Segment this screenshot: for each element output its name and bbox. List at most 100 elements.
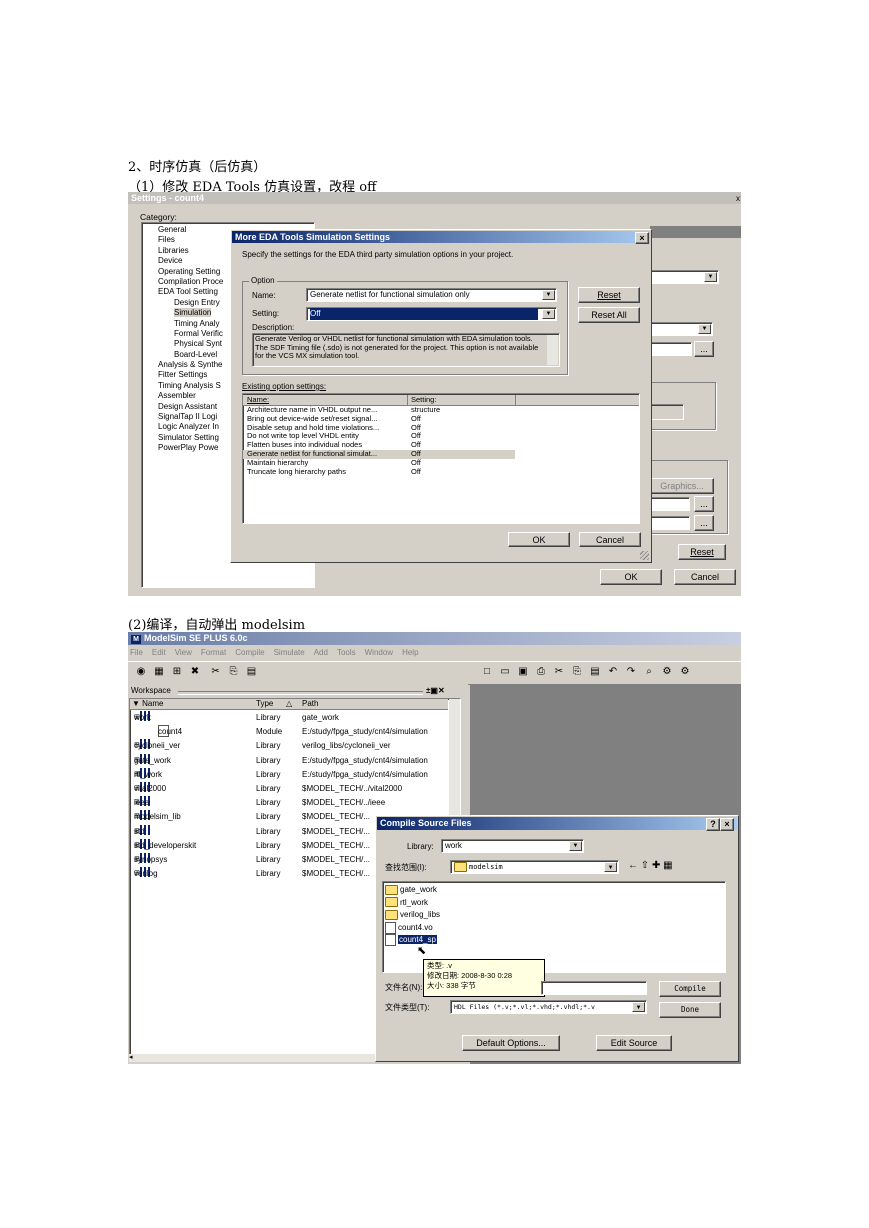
tree-item[interactable]: Design Assistant	[144, 402, 223, 412]
tree-item[interactable]: Design Entry	[144, 298, 223, 308]
settings-path-field[interactable]	[650, 342, 692, 356]
col-name-header[interactable]: ▼ Name	[132, 699, 163, 709]
view-menu-icon[interactable]: ▦	[663, 860, 672, 871]
reset-all-button[interactable]: Reset All	[578, 307, 640, 323]
settings-combo-1[interactable]: ▼	[650, 270, 719, 284]
browse-button[interactable]: ...	[694, 341, 714, 357]
done-button[interactable]: Done	[659, 1002, 721, 1018]
menu-compile[interactable]: Compile	[235, 648, 264, 657]
workspace-row[interactable]: ⊞ vital2000 Library $MODEL_TECH/../vital20…	[130, 782, 448, 796]
resize-grip-icon[interactable]	[640, 551, 649, 560]
undo-icon[interactable]: ↶	[606, 665, 620, 679]
tree-item[interactable]: Libraries	[144, 246, 223, 256]
tree-item-selected[interactable]: Simulation	[144, 308, 223, 318]
tree-item[interactable]: Operating Setting	[144, 267, 223, 277]
tree-item[interactable]: Formal Verific	[144, 329, 223, 339]
tree-item[interactable]: Analysis & Synthe	[144, 360, 223, 370]
settings-reset-button[interactable]: Reset	[678, 544, 726, 560]
graphics-button[interactable]: Graphics...	[650, 478, 714, 494]
cut-icon[interactable]: ✂	[209, 665, 223, 679]
run-icon[interactable]: ◉	[134, 665, 148, 679]
close-icon[interactable]: ×	[720, 818, 734, 831]
filename-input[interactable]	[541, 981, 647, 995]
lookin-select[interactable]: modelsim ▼	[450, 860, 619, 874]
tree-item[interactable]: SignalTap II Logi	[144, 412, 223, 422]
settings-close-icon[interactable]: x	[736, 194, 740, 203]
tree-item[interactable]: Assembler	[144, 391, 223, 401]
up-folder-icon[interactable]: ⇧	[641, 860, 649, 871]
col-path-header[interactable]: Path	[302, 699, 318, 709]
description-scrollbar[interactable]	[547, 335, 558, 365]
reset-button[interactable]: Reset	[578, 287, 640, 303]
copy-icon[interactable]: ⎘	[227, 665, 241, 679]
print-icon[interactable]: ⎙	[534, 665, 548, 679]
cut-icon[interactable]: ✂	[552, 665, 566, 679]
compile-icon[interactable]: ⚙	[660, 665, 674, 679]
settings-field-a[interactable]	[650, 497, 690, 511]
workspace-row[interactable]: ⊞ cycloneii_ver Library verilog_libs/cyclo…	[130, 739, 448, 753]
settings-ok-button[interactable]: OK	[600, 569, 662, 585]
file-list-item[interactable]: gate_work	[385, 884, 440, 897]
tree-item[interactable]: Timing Analysis S	[144, 381, 223, 391]
col-setting-header[interactable]: Setting:	[411, 395, 436, 405]
settings-combo-2[interactable]: ▼	[650, 322, 713, 336]
tree-item[interactable]: Device	[144, 256, 223, 266]
workspace-grip[interactable]	[178, 691, 423, 695]
help-icon[interactable]: ?	[706, 818, 720, 831]
cancel-button[interactable]: Cancel	[579, 532, 641, 547]
tree-item[interactable]: EDA Tool Setting	[144, 287, 223, 297]
settings-field-b[interactable]	[650, 516, 690, 530]
compile-all-icon[interactable]: ⚙	[678, 665, 692, 679]
workspace-row[interactable]: ⊞ ieee Library $MODEL_TECH/../ieee	[130, 796, 448, 810]
workspace-row[interactable]: count4 Module E:/study/fpga_study/cnt4/sim…	[130, 725, 448, 739]
tree-item[interactable]: Timing Analy	[144, 319, 223, 329]
existing-settings-list[interactable]: Name: Setting: Architecture name in VHDL…	[242, 393, 640, 524]
workspace-window-controls[interactable]: ±▣✕	[426, 686, 445, 695]
back-icon[interactable]: ←	[628, 860, 638, 871]
tree-item[interactable]: Logic Analyzer In	[144, 422, 223, 432]
menu-add[interactable]: Add	[314, 648, 328, 657]
paste-icon[interactable]: ▤	[245, 665, 259, 679]
paste-icon[interactable]: ▤	[588, 665, 602, 679]
ok-button[interactable]: OK	[508, 532, 570, 547]
menu-view[interactable]: View	[175, 648, 192, 657]
tree-item[interactable]: Physical Synt	[144, 339, 223, 349]
edit-source-button[interactable]: Edit Source	[596, 1035, 672, 1051]
new-folder-icon[interactable]: ✚	[652, 860, 660, 871]
menu-format[interactable]: Format	[201, 648, 226, 657]
setting-select[interactable]: Off ▼	[306, 307, 557, 321]
tree-item[interactable]: Board-Level	[144, 350, 223, 360]
break-icon[interactable]: ✖	[188, 665, 202, 679]
menu-window[interactable]: Window	[365, 648, 393, 657]
col-type-header[interactable]: Type	[256, 699, 273, 709]
workspace-row[interactable]: ⊞ rtl_work Library E:/study/fpga_study/cnt…	[130, 767, 448, 782]
tree-item[interactable]: PowerPlay Powe	[144, 443, 223, 453]
find-icon[interactable]: ⌕	[642, 665, 656, 679]
menu-tools[interactable]: Tools	[337, 648, 356, 657]
library-select[interactable]: work ▼	[441, 839, 584, 853]
menu-help[interactable]: Help	[402, 648, 418, 657]
memory-icon[interactable]: ▦	[152, 665, 166, 679]
menu-simulate[interactable]: Simulate	[274, 648, 305, 657]
close-icon[interactable]: ×	[635, 232, 649, 244]
compile-button[interactable]: Compile	[659, 981, 721, 997]
tree-item[interactable]: Fitter Settings	[144, 370, 223, 380]
tree-item[interactable]: General	[144, 225, 223, 235]
browse-button-2[interactable]: ...	[694, 496, 714, 512]
workspace-row[interactable]: ⊞ work Library gate_work	[130, 711, 448, 725]
file-list-item[interactable]: rtl_work	[385, 897, 440, 910]
col-name-header[interactable]: Name:	[247, 395, 269, 405]
default-options-button[interactable]: Default Options...	[462, 1035, 560, 1051]
settings-cancel-button[interactable]: Cancel	[674, 569, 736, 585]
menu-file[interactable]: File	[130, 648, 143, 657]
save-icon[interactable]: ▣	[516, 665, 530, 679]
menu-edit[interactable]: Edit	[152, 648, 166, 657]
dataflow-icon[interactable]: ⊞	[170, 665, 184, 679]
browse-button-3[interactable]: ...	[694, 515, 714, 531]
tree-item[interactable]: Files	[144, 235, 223, 245]
name-select[interactable]: Generate netlist for functional simulati…	[306, 288, 557, 302]
copy-icon[interactable]: ⎘	[570, 665, 584, 679]
tree-item[interactable]: Compilation Proce	[144, 277, 223, 287]
file-list-item[interactable]: verilog_libs	[385, 909, 440, 922]
open-icon[interactable]: ▭	[498, 665, 512, 679]
